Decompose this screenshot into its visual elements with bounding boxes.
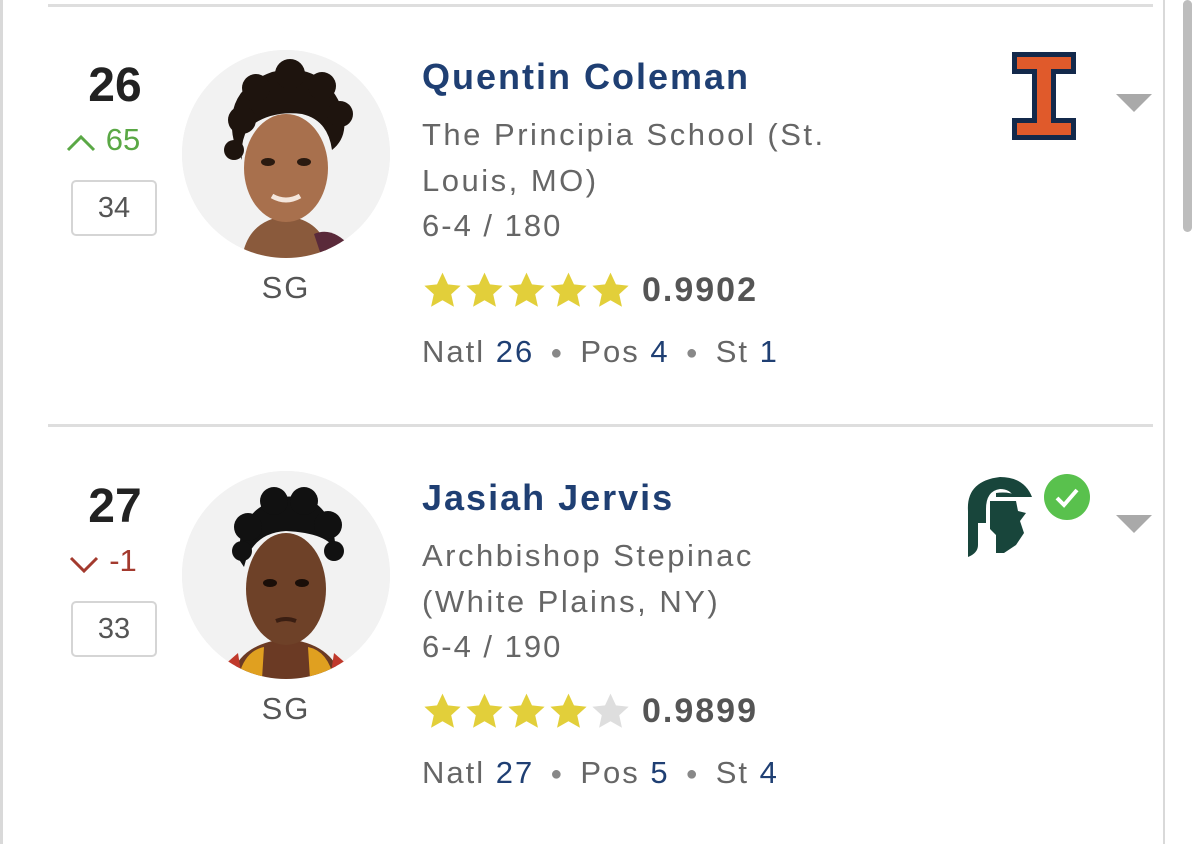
expand-chevron-down-icon[interactable] [1116, 94, 1152, 112]
committed-check-icon [1044, 474, 1090, 520]
player-school: Archbishop Stepinac (White Plains, NY) [422, 533, 942, 625]
state-label: St [715, 755, 750, 790]
position-rank-badge: 34 [71, 180, 157, 236]
player-name-link[interactable]: Jasiah Jervis [422, 477, 674, 519]
star-icon [508, 693, 545, 728]
overall-rank: 26 [88, 59, 142, 112]
pos-rank[interactable]: 5 [650, 755, 669, 790]
bullet-separator: ● [685, 342, 700, 365]
player-row[interactable]: 27 -1 33 SG Jasiah Jervis Archbishop Ste… [0, 421, 1165, 841]
rankings-line: Natl 26 ● Pos 4 ● St 1 [422, 334, 779, 370]
player-name-link[interactable]: Quentin Coleman [422, 56, 750, 98]
michigan-state-spartan-icon[interactable] [960, 473, 1036, 564]
rank-movement: 65 [48, 122, 158, 160]
player-row[interactable]: 26 65 34 SG Quentin Coleman The Principi… [0, 0, 1165, 420]
chevron-up-icon [66, 124, 96, 160]
expand-chevron-down-icon[interactable] [1116, 515, 1152, 533]
player-school: The Principia School (St. Louis, MO) [422, 112, 942, 204]
player-position: SG [261, 270, 311, 305]
bullet-separator: ● [685, 763, 700, 786]
star-icon [592, 272, 629, 307]
state-rank[interactable]: 1 [760, 334, 779, 369]
scrollbar-thumb[interactable] [1183, 0, 1192, 232]
height-weight: 6-4 / 190 [422, 629, 563, 664]
rank-movement-value: 65 [105, 122, 141, 157]
rankings-line: Natl 27 ● Pos 5 ● St 4 [422, 755, 779, 791]
pos-rank[interactable]: 4 [650, 334, 669, 369]
composite-rating: 0.9902 [642, 270, 758, 309]
star-rating: 0.9902 [422, 266, 758, 314]
natl-label: Natl [422, 755, 486, 790]
pos-label: Pos [580, 334, 640, 369]
star-icon [550, 693, 587, 728]
school-line: The Principia School (St. [422, 117, 826, 152]
natl-label: Natl [422, 334, 486, 369]
empty-star-icon [592, 693, 629, 728]
school-line: Archbishop Stepinac [422, 538, 754, 573]
player-photo[interactable] [182, 50, 390, 258]
natl-rank[interactable]: 27 [496, 755, 534, 790]
state-rank[interactable]: 4 [760, 755, 779, 790]
star-icon [466, 272, 503, 307]
star-icon [550, 272, 587, 307]
star-icon [508, 272, 545, 307]
star-icon [424, 693, 461, 728]
player-photo[interactable] [182, 471, 390, 679]
overall-rank: 27 [88, 480, 142, 533]
bullet-separator: ● [550, 763, 565, 786]
height-weight: 6-4 / 180 [422, 208, 563, 243]
state-label: St [715, 334, 750, 369]
rank-movement: -1 [48, 543, 158, 581]
natl-rank[interactable]: 26 [496, 334, 534, 369]
star-icon [424, 272, 461, 307]
rank-movement-value: -1 [109, 543, 137, 578]
bullet-separator: ● [550, 342, 565, 365]
illinois-logo-icon[interactable] [1010, 50, 1078, 147]
school-location: (White Plains, NY) [422, 584, 721, 619]
composite-rating: 0.9899 [642, 691, 758, 730]
position-rank-badge: 33 [71, 601, 157, 657]
star-icon [466, 693, 503, 728]
chevron-down-icon [69, 545, 99, 581]
player-position: SG [261, 691, 311, 726]
school-location: Louis, MO) [422, 163, 599, 198]
pos-label: Pos [580, 755, 640, 790]
star-rating: 0.9899 [422, 687, 758, 735]
